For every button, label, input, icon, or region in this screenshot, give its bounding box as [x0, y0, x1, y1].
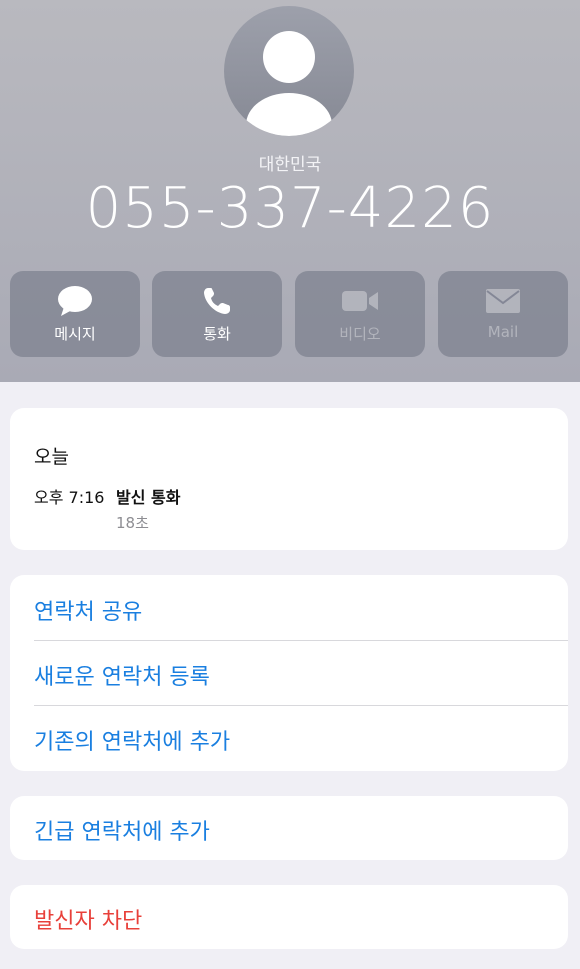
call-button[interactable]: 통화: [152, 271, 282, 357]
recents-card: 오늘 오후 7:16 발신 통화 18초: [10, 408, 568, 550]
video-camera-icon: [341, 289, 379, 317]
recent-call-time: 오후 7:16: [34, 488, 105, 507]
mail-button[interactable]: Mail: [438, 271, 568, 357]
message-bubble-icon: [57, 285, 93, 321]
contact-header: 대한민국 055-337-4226 메시지 통화 비디오 Mail: [0, 0, 580, 382]
mail-button-label: Mail: [487, 323, 519, 341]
share-contact-button[interactable]: 연락처 공유: [34, 594, 142, 626]
person-silhouette-icon: [224, 6, 354, 136]
divider: [34, 640, 568, 641]
recents-title: 오늘: [34, 446, 69, 468]
recent-call-type: 발신 통화: [116, 488, 181, 507]
add-to-existing-contact-button[interactable]: 기존의 연락처에 추가: [34, 724, 230, 756]
call-button-label: 통화: [203, 325, 231, 343]
block-caller-button[interactable]: 발신자 차단: [34, 903, 142, 935]
video-button[interactable]: 비디오: [295, 271, 425, 357]
video-button-label: 비디오: [339, 325, 381, 343]
create-new-contact-button[interactable]: 새로운 연락처 등록: [34, 659, 210, 691]
add-to-emergency-contacts-button[interactable]: 긴급 연락처에 추가: [34, 814, 210, 846]
mail-envelope-icon: [485, 288, 521, 318]
contact-avatar: [224, 6, 354, 136]
message-button-label: 메시지: [54, 325, 96, 343]
phone-icon: [202, 286, 232, 320]
contact-phone-number: 055-337-4226: [85, 176, 495, 241]
block-card: 발신자 차단: [10, 885, 568, 949]
contact-options-card: 연락처 공유 새로운 연락처 등록 기존의 연락처에 추가: [10, 575, 568, 771]
message-button[interactable]: 메시지: [10, 271, 140, 357]
divider: [34, 705, 568, 706]
recent-call-duration: 18초: [116, 514, 149, 532]
emergency-card: 긴급 연락처에 추가: [10, 796, 568, 860]
contact-country: 대한민국: [258, 155, 322, 175]
